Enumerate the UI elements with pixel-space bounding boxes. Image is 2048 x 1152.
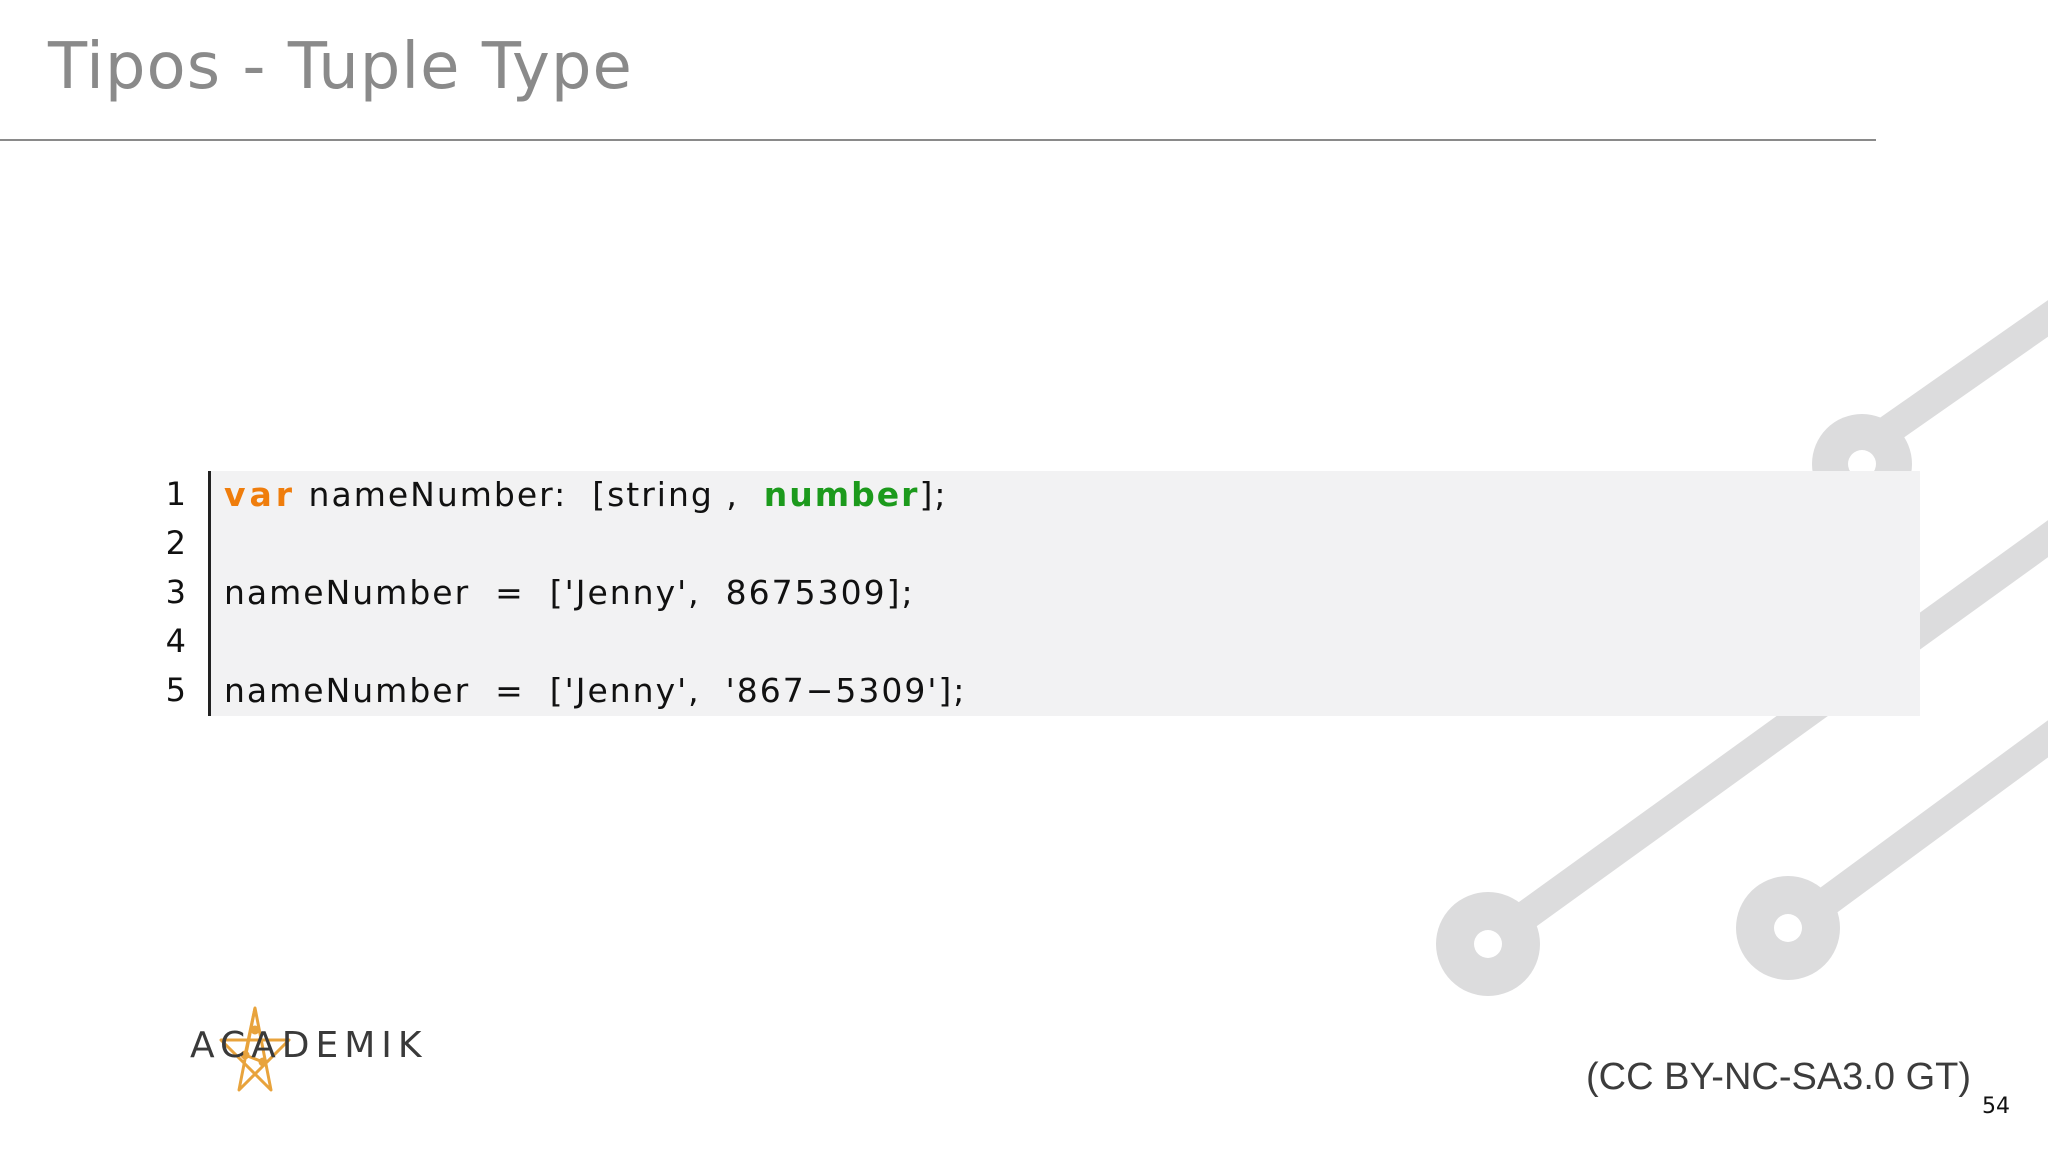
title-divider bbox=[0, 139, 1876, 141]
code-text: nameNumber: [string , bbox=[296, 475, 764, 514]
code-text: ]; bbox=[919, 475, 948, 514]
slide-title: Tipos - Tuple Type bbox=[48, 30, 633, 104]
logo-text: ACADEMIK bbox=[190, 1025, 428, 1066]
code-line-1: var nameNumber: [string , number]; bbox=[224, 470, 947, 519]
page-number: 54 bbox=[1982, 1094, 2010, 1119]
line-number-divider bbox=[208, 471, 211, 716]
line-number: 4 bbox=[165, 622, 186, 660]
line-number: 1 bbox=[165, 475, 186, 513]
line-number: 5 bbox=[165, 671, 186, 709]
keyword-var: var bbox=[224, 475, 297, 514]
license-text: (CC BY-NC-SA3.0 GT) bbox=[1586, 1056, 1971, 1098]
code-line-5: nameNumber = ['Jenny', '867−5309']; bbox=[224, 671, 967, 710]
code-line-3: nameNumber = ['Jenny', 8675309]; bbox=[224, 573, 915, 612]
keyword-type: number bbox=[763, 475, 920, 514]
line-number: 2 bbox=[165, 524, 186, 562]
line-number: 3 bbox=[165, 573, 186, 611]
